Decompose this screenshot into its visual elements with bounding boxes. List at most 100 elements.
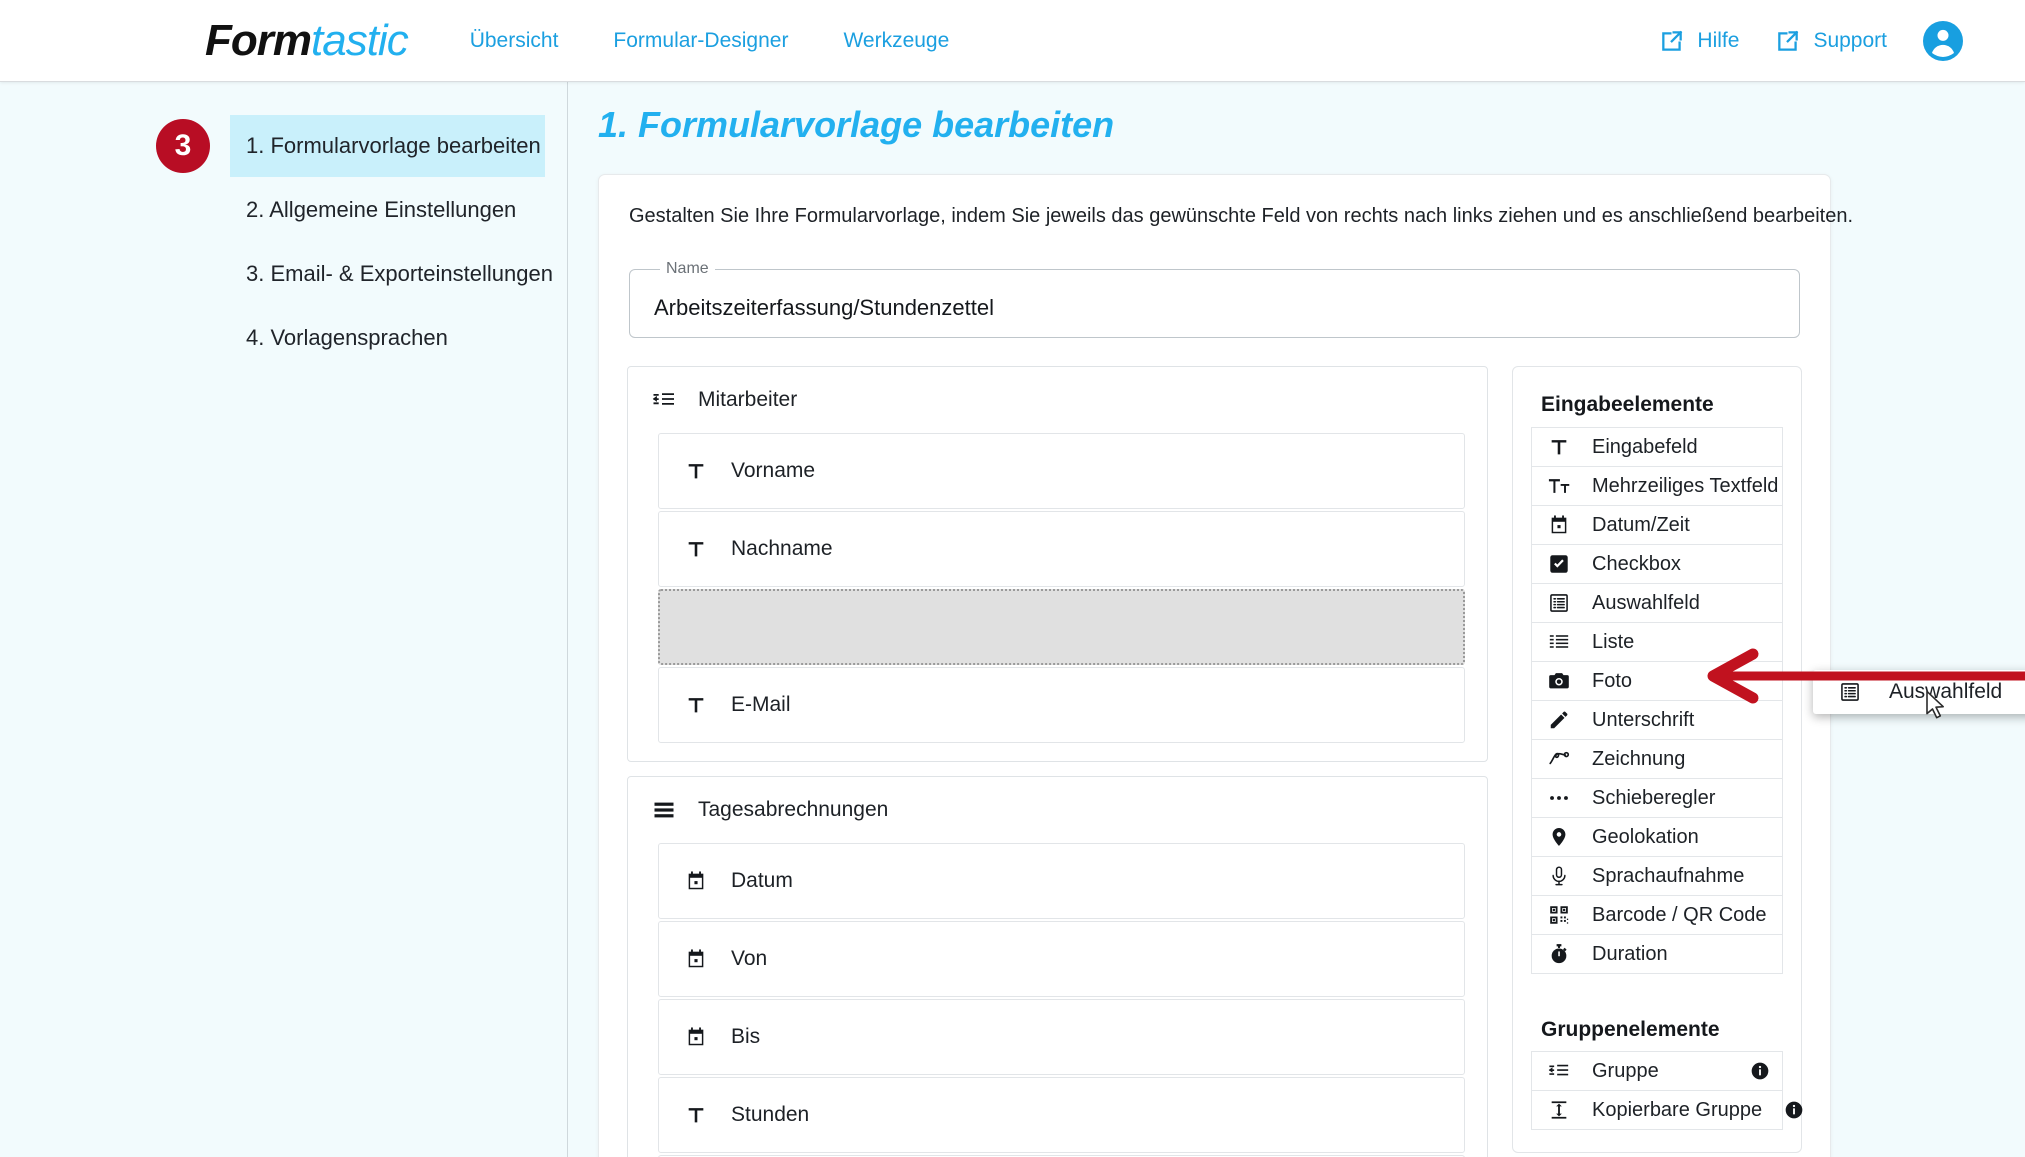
form-field-datum[interactable]: Datum bbox=[658, 843, 1465, 919]
nav-werkzeuge[interactable]: Werkzeuge bbox=[843, 29, 949, 53]
palette-item-datum-zeit[interactable]: Datum/Zeit bbox=[1531, 505, 1783, 545]
palette-item-kopierbare-gruppe[interactable]: Kopierbare Gruppe bbox=[1531, 1090, 1803, 1130]
form-field-stunden[interactable]: Stunden bbox=[658, 1077, 1465, 1153]
designer-instructions: Gestalten Sie Ihre Formularvorlage, inde… bbox=[629, 205, 1854, 227]
drag-ghost-auswahlfeld[interactable]: Auswahlfeld bbox=[1813, 670, 2025, 714]
palette-item-checkbox[interactable]: Checkbox bbox=[1531, 544, 1783, 584]
repeatable-group-icon bbox=[1548, 1099, 1570, 1121]
palette-item-liste[interactable]: Liste bbox=[1531, 622, 1783, 662]
form-group-mitarbeiter[interactable]: Mitarbeiter Vorname Nachname E-Mail bbox=[627, 366, 1488, 762]
calendar-icon bbox=[685, 870, 707, 892]
text-field-icon bbox=[685, 694, 707, 716]
checkbox-icon bbox=[1548, 553, 1570, 575]
palette-item-mehrzeiliges-textfeld[interactable]: Mehrzeiliges Textfeld bbox=[1531, 466, 1783, 506]
palette-heading-group: Gruppenelemente bbox=[1541, 1018, 1720, 1041]
help-link-label: Hilfe bbox=[1697, 29, 1740, 52]
palette-item-schieberegler[interactable]: Schieberegler bbox=[1531, 778, 1783, 818]
list-icon bbox=[1548, 631, 1570, 653]
form-builder-area: Mitarbeiter Vorname Nachname E-Mail Tage… bbox=[627, 366, 1803, 1157]
header-utility-area: Hilfe Support bbox=[1659, 0, 1963, 82]
pencil-icon bbox=[1548, 709, 1570, 731]
sidebar-item-label: 4. Vorlagensprachen bbox=[246, 325, 448, 350]
palette-item-zeichnung[interactable]: Zeichnung bbox=[1531, 739, 1783, 779]
palette-item-eingabefeld[interactable]: Eingabefeld bbox=[1531, 427, 1783, 467]
app-logo[interactable]: Formtastic bbox=[205, 15, 409, 65]
repeatable-group-icon bbox=[652, 798, 676, 822]
form-field-bis[interactable]: Bis bbox=[658, 999, 1465, 1075]
sidebar-item-label: 3. Email- & Exporteinstellungen bbox=[246, 261, 553, 286]
account-circle-icon[interactable] bbox=[1923, 21, 1963, 61]
palette-item-duration[interactable]: Duration bbox=[1531, 934, 1783, 974]
form-field-label: E-Mail bbox=[731, 693, 791, 716]
form-field-label: Von bbox=[731, 947, 768, 970]
palette-item-barcode-qr-code[interactable]: Barcode / QR Code bbox=[1531, 895, 1783, 935]
sidebar-item-label: 1. Formularvorlage bearbeiten bbox=[246, 133, 541, 158]
form-group-tagesabrechnungen[interactable]: Tagesabrechnungen Datum Von Bis Stunden bbox=[627, 776, 1488, 1157]
stopwatch-icon bbox=[1548, 943, 1570, 965]
sidebar-item-vorlagensprachen[interactable]: 4. Vorlagensprachen bbox=[230, 307, 545, 369]
text-field-icon bbox=[685, 460, 707, 482]
logo-text-secondary: tastic bbox=[311, 15, 409, 65]
nav-formular-designer[interactable]: Formular-Designer bbox=[613, 29, 788, 53]
form-group-header[interactable]: Tagesabrechnungen bbox=[628, 777, 1487, 843]
form-group-header[interactable]: Mitarbeiter bbox=[628, 367, 1487, 433]
wizard-sidebar: 3 1. Formularvorlage bearbeiten 2. Allge… bbox=[0, 82, 568, 1157]
info-icon[interactable] bbox=[1750, 1061, 1770, 1081]
palette-item-sprachaufnahme[interactable]: Sprachaufnahme bbox=[1531, 856, 1783, 896]
support-link[interactable]: Support bbox=[1775, 28, 1887, 54]
palette-item-label: Checkbox bbox=[1592, 552, 1681, 575]
form-field-von[interactable]: Von bbox=[658, 921, 1465, 997]
palette-item-label: Foto bbox=[1592, 669, 1633, 692]
group-indent-icon bbox=[1548, 1060, 1570, 1082]
sidebar-item-allgemeine-einstellungen[interactable]: 2. Allgemeine Einstellungen bbox=[230, 179, 545, 241]
form-field-vorname[interactable]: Vorname bbox=[658, 433, 1465, 509]
form-field-label: Stunden bbox=[731, 1103, 810, 1126]
form-field-email[interactable]: E-Mail bbox=[658, 667, 1465, 743]
template-name-label: Name bbox=[666, 260, 709, 277]
sidebar-item-email-exporteinstellungen[interactable]: 3. Email- & Exporteinstellungen bbox=[230, 243, 553, 305]
palette-item-label: Zeichnung bbox=[1592, 747, 1686, 770]
primary-navigation: Übersicht Formular-Designer Werkzeuge bbox=[470, 29, 950, 53]
template-name-field[interactable]: Name bbox=[629, 260, 1800, 338]
palette-item-foto[interactable]: Foto bbox=[1531, 661, 1783, 701]
text-field-icon bbox=[685, 1104, 707, 1126]
form-field-dropzone-placeholder[interactable] bbox=[658, 589, 1465, 665]
calendar-icon bbox=[685, 948, 707, 970]
palette-item-label: Liste bbox=[1592, 630, 1635, 653]
nav-uebersicht[interactable]: Übersicht bbox=[470, 29, 559, 53]
palette-item-auswahlfeld[interactable]: Auswahlfeld bbox=[1531, 583, 1783, 623]
sidebar-item-formularvorlage-bearbeiten[interactable]: 3 1. Formularvorlage bearbeiten bbox=[156, 115, 545, 177]
palette-item-label: Datum/Zeit bbox=[1592, 513, 1690, 536]
palette-item-label: Geolokation bbox=[1592, 825, 1699, 848]
support-link-label: Support bbox=[1813, 29, 1887, 52]
form-field-nachname[interactable]: Nachname bbox=[658, 511, 1465, 587]
select-field-icon bbox=[1839, 681, 1861, 703]
calendar-icon bbox=[685, 1026, 707, 1048]
form-designer-card: Gestalten Sie Ihre Formularvorlage, inde… bbox=[598, 174, 1854, 1157]
drawing-icon bbox=[1548, 748, 1570, 770]
form-field-label: Bis bbox=[731, 1025, 761, 1048]
sidebar-item-label: 2. Allgemeine Einstellungen bbox=[246, 197, 517, 222]
select-field-icon bbox=[1548, 592, 1570, 614]
main-content: 1. Formularvorlage bearbeiten Gestalten … bbox=[568, 82, 2025, 1157]
palette-item-label: Eingabefeld bbox=[1592, 435, 1698, 458]
qr-code-icon bbox=[1548, 904, 1570, 926]
palette-item-gruppe[interactable]: Gruppe bbox=[1531, 1051, 1783, 1091]
template-name-input[interactable] bbox=[652, 293, 1777, 322]
palette-item-unterschrift[interactable]: Unterschrift bbox=[1531, 700, 1783, 740]
info-icon[interactable] bbox=[1784, 1100, 1804, 1120]
help-link[interactable]: Hilfe bbox=[1659, 28, 1739, 54]
palette-item-geolokation[interactable]: Geolokation bbox=[1531, 817, 1783, 857]
form-canvas[interactable]: Mitarbeiter Vorname Nachname E-Mail Tage… bbox=[627, 366, 1488, 1157]
palette-heading-input: Eingabeelemente bbox=[1541, 393, 1714, 416]
microphone-icon bbox=[1548, 865, 1570, 887]
form-field-label: Nachname bbox=[731, 537, 833, 560]
palette-item-label: Sprachaufnahme bbox=[1592, 864, 1745, 887]
palette-item-label: Schieberegler bbox=[1592, 786, 1716, 809]
external-link-icon bbox=[1775, 28, 1801, 54]
form-group-title: Tagesabrechnungen bbox=[698, 798, 889, 821]
page-title: 1. Formularvorlage bearbeiten bbox=[598, 104, 1115, 145]
palette-item-label: Gruppe bbox=[1592, 1059, 1659, 1082]
group-indent-icon bbox=[652, 388, 676, 412]
form-field-label: Datum bbox=[731, 869, 793, 892]
